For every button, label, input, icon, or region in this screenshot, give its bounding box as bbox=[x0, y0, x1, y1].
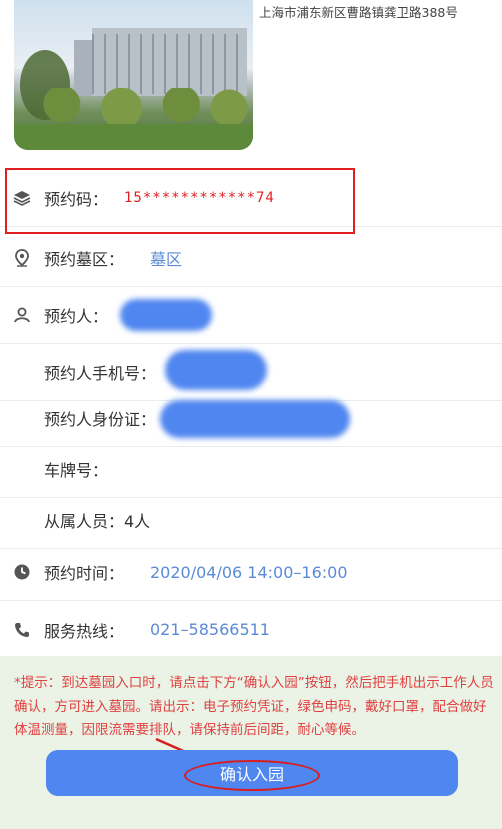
phone-redacted bbox=[165, 350, 267, 390]
cemetery-address: 上海市浦东新区曹路镇龚卫路388号 bbox=[259, 5, 458, 20]
cemetery-area-row: 预约墓区： 墓区 bbox=[0, 230, 502, 287]
id-label: 预约人身份证： bbox=[44, 410, 157, 429]
hotline-value[interactable]: 021–58566511 bbox=[150, 620, 270, 639]
cemetery-area-label: 预约墓区： bbox=[44, 250, 125, 269]
companions-value: 4人 bbox=[124, 512, 151, 531]
time-row: 预约时间： 2020/04/06 14:00–16:00 bbox=[0, 544, 502, 601]
hotline-row: 服务热线： 021–58566511 bbox=[0, 601, 502, 658]
location-pin-icon bbox=[13, 249, 31, 267]
time-value: 2020/04/06 14:00–16:00 bbox=[150, 562, 348, 582]
id-redacted bbox=[160, 400, 350, 438]
clock-icon bbox=[13, 563, 31, 581]
id-row: 预约人身份证： bbox=[0, 390, 502, 447]
person-icon bbox=[13, 306, 31, 324]
phone-icon bbox=[13, 621, 31, 639]
time-label: 预约时间： bbox=[44, 564, 125, 583]
plate-row: 车牌号： bbox=[0, 441, 502, 498]
plate-label: 车牌号： bbox=[44, 461, 109, 480]
highlight-box bbox=[5, 168, 355, 234]
booker-name-redacted bbox=[120, 299, 212, 331]
tip-text: *提示：到达墓园入口时，请点击下方“确认入园”按钮，然后把手机出示工作人员确认，… bbox=[14, 675, 494, 738]
companions-row: 从属人员： 4人 bbox=[0, 492, 502, 549]
hotline-label: 服务热线： bbox=[44, 621, 125, 641]
booker-row: 预约人： bbox=[0, 287, 502, 344]
companions-label: 从属人员： bbox=[44, 512, 125, 531]
cemetery-area-value: 墓区 bbox=[150, 250, 183, 269]
booker-label: 预约人： bbox=[44, 307, 109, 326]
annotation-ellipse bbox=[184, 760, 320, 791]
phone-label: 预约人手机号： bbox=[44, 364, 157, 383]
cemetery-photo bbox=[14, 0, 253, 150]
